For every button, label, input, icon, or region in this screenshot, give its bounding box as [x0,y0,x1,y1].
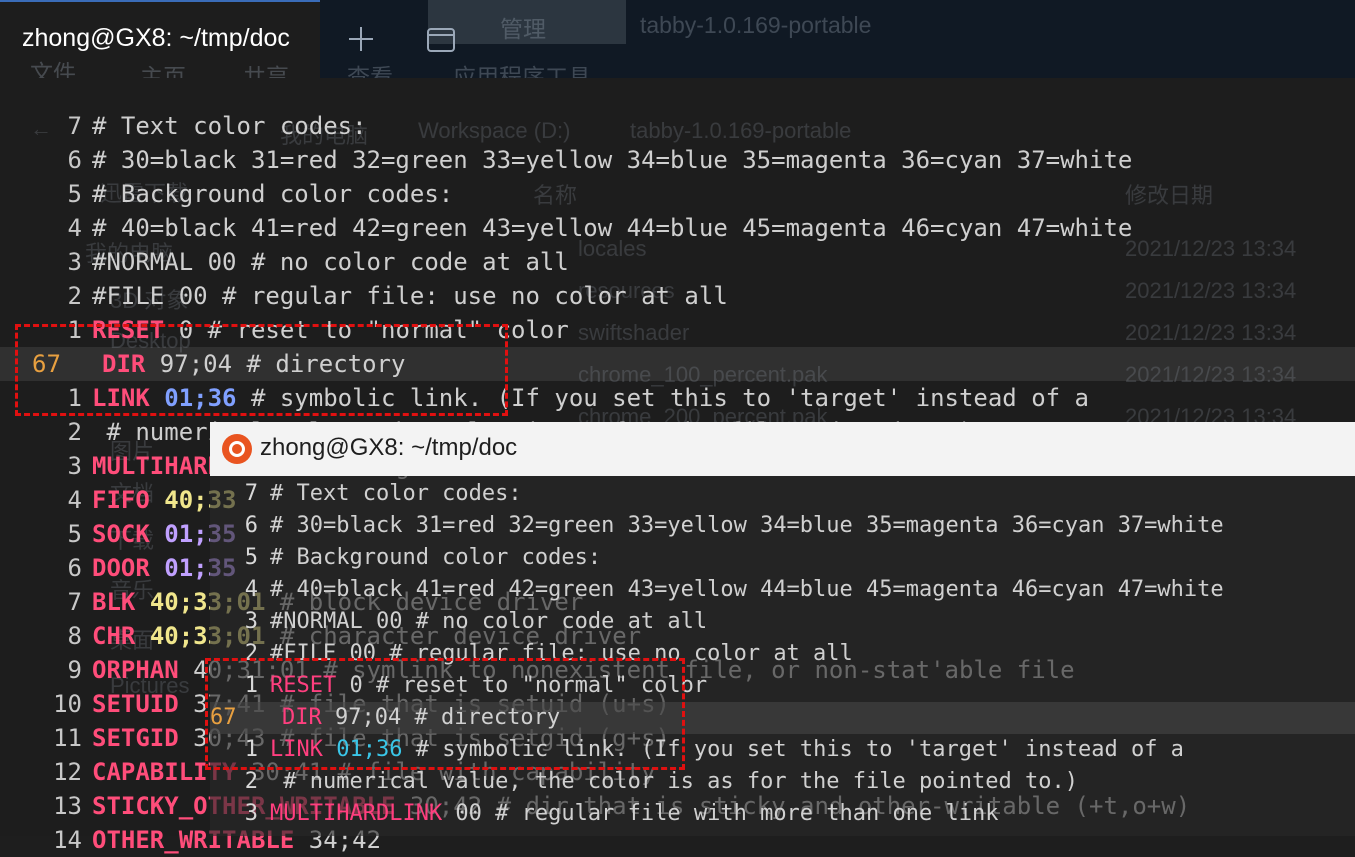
ubuntu-terminal-window[interactable]: zhong@GX8: ~/tmp/doc 7 # Text color codes… [210,422,1355,836]
line-number: 5 [244,545,258,570]
line-text-segment: # 30=black 31=red 32=green 33=yellow 34=… [270,513,1224,538]
line-text-segment [135,588,149,616]
code-line: 5 # Background color codes: [210,542,601,574]
line-number: 7 [67,588,82,616]
line-text-segment: # 40=black 41=red 42=green 43=yellow 44=… [92,214,1133,242]
line-number: 8 [67,622,82,650]
line-text-segment: #NORMAL 00 # no color code at all [270,609,708,634]
line-number: 3 [244,801,258,826]
line-number: 4 [67,486,82,514]
line-number: 4 [67,214,82,242]
plus-icon [349,27,373,51]
line-number: 5 [67,520,82,548]
line-number: 2 [244,769,258,794]
tab-title: zhong@GX8: ~/tmp/doc [22,24,290,52]
line-number: 3 [67,248,82,276]
code-line: 6 # 30=black 31=red 32=green 33=yellow 34… [0,143,1133,177]
ghost-date-3: 2021/12/23 13:34 [1125,320,1297,345]
code-line: 2 #FILE 00 # regular file: use no color a… [0,279,728,313]
line-text-segment: # Text color codes: [270,481,522,506]
profiles-button[interactable] [424,22,458,56]
line-text-segment [150,520,164,548]
line-text-segment: DOOR [92,554,150,582]
line-text-segment: # numerical value, the color is as for t… [270,769,1078,794]
ghost-breadcrumb-2: Workspace (D:) [418,118,571,143]
new-tab-button[interactable] [344,22,378,56]
ubuntu-window-title: zhong@GX8: ~/tmp/doc [260,434,518,461]
line-number: 2 [67,418,82,446]
annotation-box-ubuntu [205,658,685,770]
code-line: 7 # Text color codes: [210,478,522,510]
code-line: 4 # 40=black 41=red 42=green 43=yellow 44… [0,211,1133,245]
line-number: 12 [53,758,82,786]
line-text-segment [150,554,164,582]
line-text-segment: CHR [92,622,136,650]
line-text-segment: SOCK [92,520,150,548]
line-number: 7 [244,481,258,506]
ghost-window-title: tabby-1.0.169-portable [640,12,872,38]
line-text-segment: # Text color codes: [92,112,367,140]
line-text-segment: SETUID [92,690,179,718]
line-number: 3 [244,609,258,634]
ghost-col-name: 名称 [533,183,578,208]
line-number: 3 [67,452,82,480]
window-icon [427,28,455,52]
line-number: 6 [244,513,258,538]
code-line: 5 SOCK 01;35 [0,517,237,551]
line-number: 6 [67,554,82,582]
line-text-segment: #FILE 00 # regular file: use no color at… [92,282,728,310]
tab-bar: 管理 tabby-1.0.169-portable zhong@GX8: ~/t… [0,0,1355,90]
code-line: 3 #NORMAL 00 # no color code at all [0,245,569,279]
ghost-col-date: 修改日期 [1125,183,1214,208]
line-text-segment: ORPHAN [92,656,179,684]
line-text-segment: SETGID [92,724,179,752]
ghost-breadcrumb-3: tabby-1.0.169-portable [630,118,852,143]
line-number: 14 [53,826,82,854]
line-number: 5 [67,180,82,208]
code-line: 7 # Text color codes: [0,109,367,143]
code-line: 5 # Background color codes: [0,177,454,211]
code-line: 4 FIFO 40;33 [0,483,237,517]
line-number: 13 [53,792,82,820]
code-line: 4 # 40=black 41=red 42=green 43=yellow 44… [210,574,1224,606]
ubuntu-logo-icon [222,434,252,464]
code-line: 6 # 30=black 31=red 32=green 33=yellow 34… [210,510,1224,542]
code-line: 2 # numerical value, the color is as for… [210,766,1078,798]
line-number: 7 [67,112,82,140]
line-number: 10 [53,690,82,718]
ghost-date-4: 2021/12/23 13:34 [1125,362,1297,387]
line-text-segment: FIFO [92,486,150,514]
line-number: 2 [67,282,82,310]
code-line: 3 MULTIHARDLINK 00 # regular file with mo… [210,798,999,830]
line-text-segment: MULTIHARDLINK [270,801,443,826]
ghost-file-3: swiftshader [578,320,690,345]
line-text-segment: # 30=black 31=red 32=green 33=yellow 34=… [92,146,1133,174]
line-text-segment: #NORMAL 00 # no color code at all [92,248,569,276]
code-line: 3 #NORMAL 00 # no color code at all [210,606,707,638]
ubuntu-title-bar[interactable]: zhong@GX8: ~/tmp/doc [210,422,1355,476]
annotation-box-tabby [15,324,508,416]
ghost-date-1: 2021/12/23 13:34 [1125,236,1297,261]
line-text-segment [135,622,149,650]
line-text-segment [150,486,164,514]
code-line: 6 DOOR 01;35 [0,551,237,585]
ghost-date-2: 2021/12/23 13:34 [1125,278,1297,303]
line-text-segment: # Background color codes: [270,545,602,570]
line-number: 4 [244,577,258,602]
line-text-segment: 00 # regular file with more than one lin… [442,801,999,826]
line-number: 6 [67,146,82,174]
line-number: 11 [53,724,82,752]
line-text-segment: # Background color codes: [92,180,454,208]
ghost-manage-label: 管理 [500,16,546,42]
line-number: 9 [67,656,82,684]
line-text-segment: # 40=black 41=red 42=green 43=yellow 44=… [270,577,1224,602]
line-text-segment: BLK [92,588,136,616]
